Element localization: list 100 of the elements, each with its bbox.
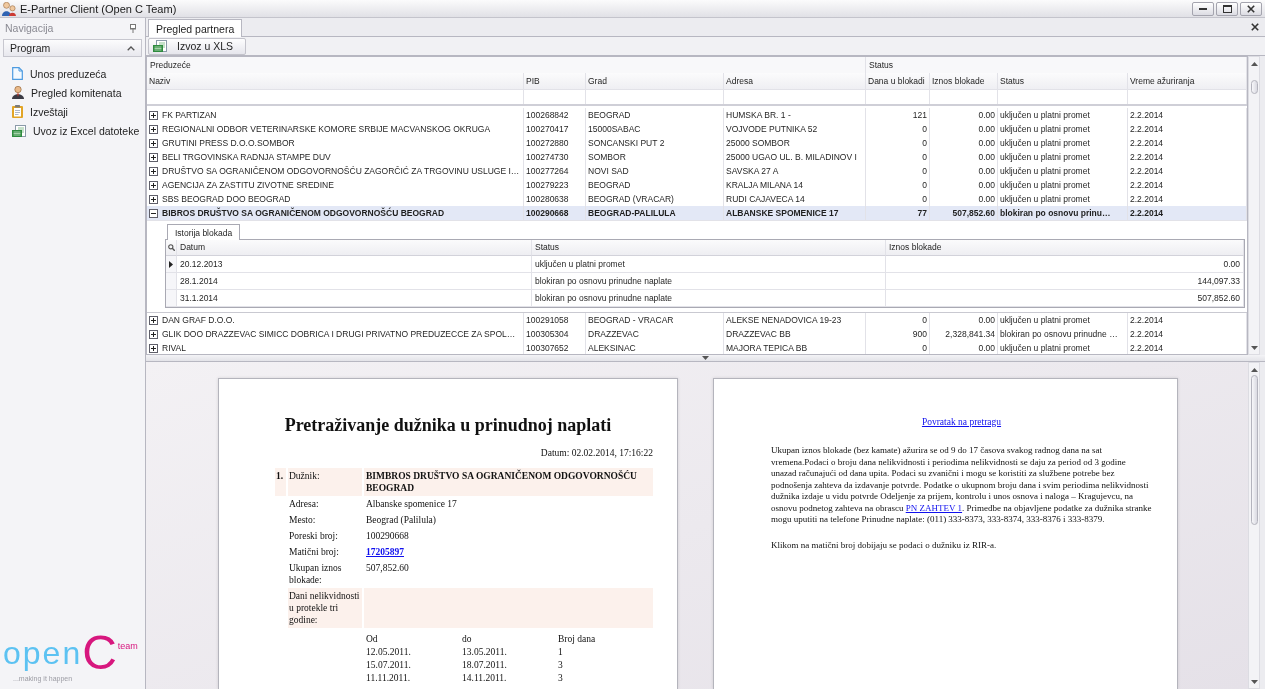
table-cell-text: 18.07.2011. [461, 659, 508, 672]
table-cell: 28.1.2014 [177, 273, 532, 290]
nav-item[interactable]: Unos preduzeća [0, 64, 107, 83]
table-row[interactable]: AGENCIJA ZA ZASTITU ZIVOTNE SREDINE 100279223 BEOGRAD KRALJA MILANA 14 0 0.00 uključen u platni promet 2.2.2014 [147, 178, 1247, 192]
table-cell: 0.00 [886, 256, 1244, 273]
minimize-button[interactable] [1192, 1, 1214, 16]
column-header[interactable]: PIB [524, 73, 586, 90]
column-header[interactable]: Iznos blokade [886, 240, 1244, 256]
plus-box-icon[interactable] [149, 315, 158, 325]
spreadsheet-icon [12, 124, 26, 137]
column-header[interactable]: Iznos blokade [930, 73, 998, 90]
registry-number-link[interactable]: 17205897 [366, 547, 404, 557]
field-label: Mesto: [288, 514, 317, 527]
field-label: Dani nelikvidnosti u protekle tri godine: [288, 588, 362, 628]
spreadsheet-icon [153, 40, 167, 52]
plus-box-icon[interactable] [149, 194, 158, 204]
field-label: Matični broj: [288, 546, 340, 559]
table-row[interactable]: BIBROS DRUŠTVO SA OGRANIČENOM ODGOVORNOŠĆU BEOGRAD 100290668 BEOGRAD-PALILULA ALBANSKE SPOMENICE 17 77 507,852.60 blokiran po osnovu prinu… 2.2.2014 [147, 206, 1247, 220]
logo-word: open [3, 637, 83, 669]
nav-item[interactable]: Izveštaji [0, 102, 68, 121]
table-row[interactable]: REGIONALNI ODBOR VETERINARSKE KOMORE SRBIJE MACVANSKOG OKRUGA 100270417 15000SABAC VOJVODE PUTNIKA 52 0 0.00 uključen u platni promet 2.2.2014 [147, 122, 1247, 136]
column-header[interactable]: Dana u blokadi [866, 73, 930, 90]
table-row[interactable]: GLIK DOO DRAZZEVAC SIMICC DOBRICA I DRUGI PRIVATNO PREDUZECCE ZA SPOL… 100305304 DRAZZEVAC DRAZZEVAC BB 900 2,328,841.34 blokiran po osnovu prinudne … 2.2.2014 [147, 327, 1247, 341]
tab[interactable]: Istorija blokada [167, 224, 241, 240]
plus-box-icon[interactable] [149, 138, 158, 148]
info-note: Klikom na matični broj dobijaju se podaci o dužniku iz RIR-a. [771, 539, 998, 551]
table-cell: 20.12.2013 [177, 256, 532, 273]
table-cell: blokiran po osnovu prinudne naplate [532, 290, 886, 307]
plus-box-icon[interactable] [149, 343, 158, 353]
column-header: Od [365, 633, 379, 646]
table-cell: blokiran po osnovu prinudne naplate [532, 273, 886, 290]
caret-right-icon [169, 260, 173, 268]
field-value: Beograd (Palilula) [365, 514, 437, 527]
table-cell-text: 15.07.2011. [365, 659, 412, 672]
table-row[interactable]: GRUTINI PRESS D.O.O.SOMBOR 100272880 SONCANSKI PUT 2 25000 SOMBOR 0 0.00 uključen u platni promet 2.2.2014 [147, 136, 1247, 150]
table-row[interactable]: RIVAL 100307652 ALEKSINAC MAJORA TEPICA BB 0 0.00 uključen u platni promet 2.2.2014 [147, 341, 1247, 354]
table-cell-text: 3 [557, 672, 564, 685]
plus-box-icon[interactable] [149, 152, 158, 162]
nav-item[interactable]: Uvoz iz Excel datoteke [0, 121, 140, 140]
person-icon [12, 86, 24, 99]
field-label: Ukupan iznos blokade: [288, 562, 343, 587]
table-cell-text: 1 [557, 646, 564, 659]
arrow-down-icon [1250, 680, 1258, 684]
back-link[interactable]: Povratak na pretragu [921, 417, 1002, 427]
table-row[interactable]: DAN GRAF D.O.O. 100291058 BEOGRAD - VRACAR ALEKSE NENADOVICA 19-23 0 0.00 uključen u platni promet 2.2.2014 [147, 313, 1247, 327]
minus-box-icon[interactable] [149, 208, 158, 218]
close-button[interactable] [1240, 1, 1262, 16]
table-cell: 507,852.60 [886, 290, 1244, 307]
table-row[interactable]: FK PARTIZAN 100268842 BEOGRAD HUMSKA BR. 1 - 121 0.00 uključen u platni promet 2.2.2014 [147, 108, 1247, 122]
table-cell-text: 13.05.2011. [461, 646, 508, 659]
search-icon [167, 244, 175, 251]
table-row[interactable]: SBS BEOGRAD DOO BEOGRAD 100280638 BEOGRAD (VRACAR) RUDI CAJAVECA 14 0 0.00 uključen u platni promet 2.2.2014 [147, 192, 1247, 206]
table-cell-text: 11.11.2011. [365, 672, 412, 685]
logo-letter: C [82, 631, 117, 675]
close-icon[interactable] [1251, 23, 1259, 31]
column-header[interactable]: Naziv [147, 73, 524, 90]
plus-box-icon[interactable] [149, 329, 158, 339]
export-button[interactable]: Izvoz u XLS [148, 37, 247, 55]
column-header[interactable]: Datum [177, 240, 532, 256]
scrollbar-thumb[interactable] [1250, 80, 1258, 94]
field-label: Poreski broj: [288, 530, 339, 543]
report-date: Datum: 02.02.2014, 17:16:22 [539, 447, 653, 459]
table-cell-text: 14.11.2011. [461, 672, 508, 685]
arrow-down-icon [1250, 346, 1258, 350]
scrollbar[interactable] [1248, 362, 1260, 689]
plus-box-icon[interactable] [149, 180, 158, 190]
column-header[interactable]: Grad [586, 73, 724, 90]
column-header[interactable]: Vreme ažuriranja [1128, 73, 1247, 90]
report-title: Pretraživanje dužnika u prinudnoj naplati [283, 414, 613, 436]
table-row[interactable]: BELI TRGOVINSKA RADNJA STAMPE DUV 100274730 SOMBOR 25000 UGAO UL. B. MILADINOV I 0 0.00 uključen u platni promet 2.2.2014 [147, 150, 1247, 164]
clipboard-icon [12, 105, 23, 118]
entry-number: 1. [275, 468, 286, 496]
scrollbar-thumb[interactable] [1250, 375, 1258, 525]
group-header[interactable]: Program [3, 39, 142, 57]
table-cell: uključen u platni promet [532, 256, 886, 273]
nav-item[interactable]: Pregled komitenata [0, 83, 122, 102]
column-header: do [461, 633, 473, 646]
scrollbar[interactable] [1248, 56, 1260, 355]
field-value: BIMBROS DRUŠTVO SA OGRANIČENOM ODGOVORNOŠĆU BEOGRAD [364, 468, 653, 496]
maximize-button[interactable] [1216, 1, 1238, 16]
document-icon [12, 67, 23, 80]
column-header[interactable]: Status [998, 73, 1128, 90]
minimize-icon [1199, 7, 1207, 10]
maximize-icon [1222, 4, 1232, 13]
table-row[interactable]: DRUŠTVO SA OGRANIČENOM ODGOVORNOŠĆU ZAGORČIĆ ZA TRGOVINU USLUGE I… 100277264 NOVI SAD SAVSKA 27 A 0 0.00 uključen u platni promet 2.2.2014 [147, 164, 1247, 178]
column-header: Broj dana [557, 633, 597, 646]
plus-box-icon[interactable] [149, 124, 158, 134]
field-label: Adresa: [288, 498, 320, 511]
plus-box-icon[interactable] [149, 110, 158, 120]
field-value: 507,852.60 [365, 562, 410, 575]
window-title: E-Partner Client (Open C Team) [20, 2, 177, 15]
column-header[interactable]: Status [532, 240, 886, 256]
tab[interactable]: Pregled partnera [148, 19, 243, 37]
table-cell: 144,097.33 [886, 273, 1244, 290]
plus-box-icon[interactable] [149, 166, 158, 176]
column-header[interactable]: Adresa [724, 73, 866, 90]
pin-icon[interactable] [130, 23, 136, 33]
panel-title: Navigacija [5, 22, 54, 34]
table-cell-text: 3 [557, 659, 564, 672]
users-icon [2, 1, 16, 16]
